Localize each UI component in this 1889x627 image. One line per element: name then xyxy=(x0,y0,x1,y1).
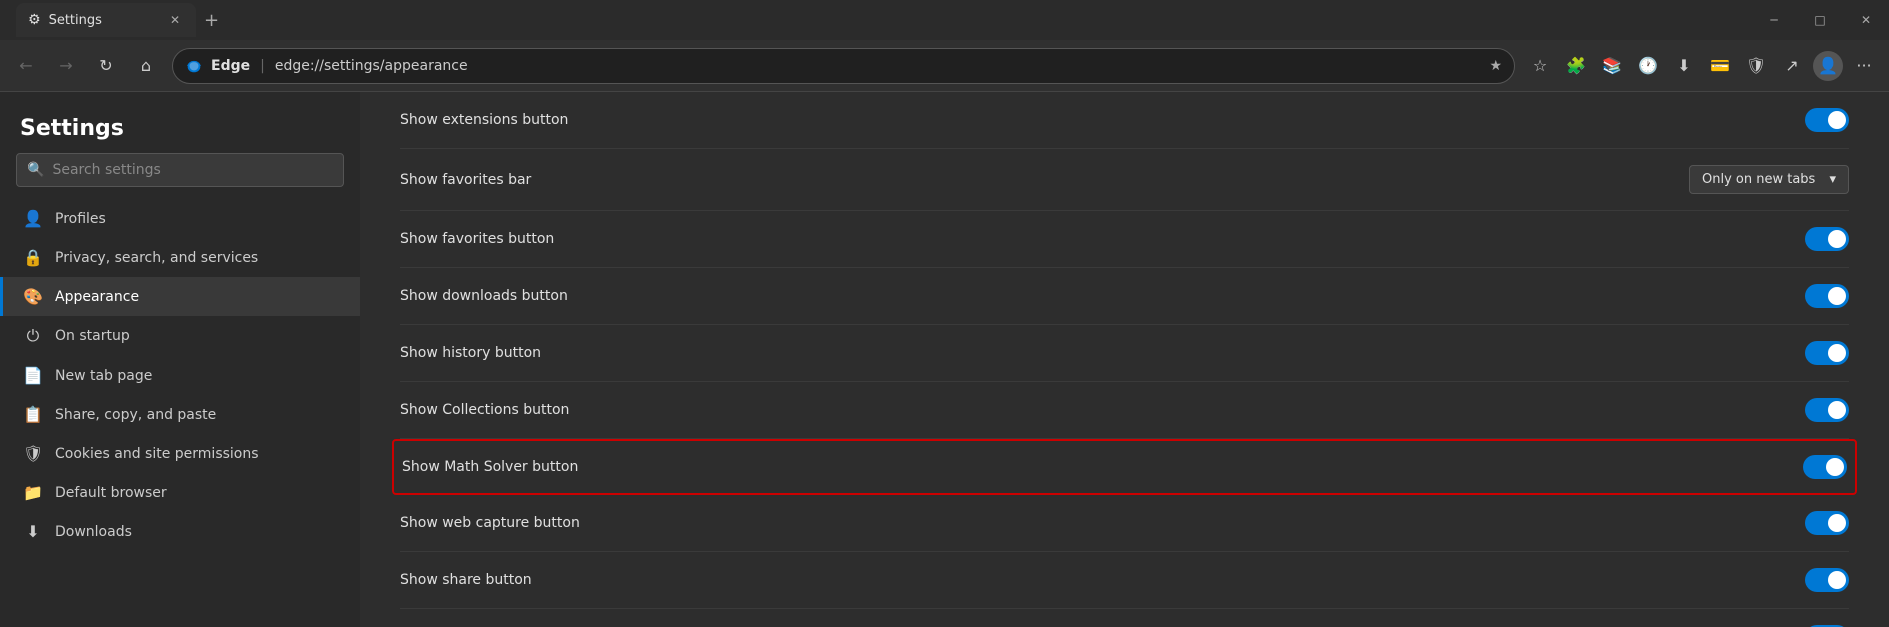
profiles-icon: 👤 xyxy=(23,209,43,228)
show-favorites-btn-label: Show favorites button xyxy=(400,231,554,247)
sidebar-item-label-share: Share, copy, and paste xyxy=(55,407,216,423)
tab-settings-icon: ⚙ xyxy=(28,12,41,28)
settings-row-webcapture-btn: Show web capture button xyxy=(400,495,1849,552)
settings-row-feedback-btn: Show feedback button xyxy=(400,609,1849,627)
new-tab-button[interactable]: + xyxy=(196,10,227,31)
favorites-bar-dropdown[interactable]: Only on new tabs ▾ xyxy=(1689,165,1849,194)
maximize-button[interactable]: □ xyxy=(1797,0,1843,40)
sidebar-item-label-newtab: New tab page xyxy=(55,368,152,384)
home-button[interactable]: ⌂ xyxy=(128,48,164,84)
show-downloads-btn-label: Show downloads button xyxy=(400,288,568,304)
settings-row-favorites-bar: Show favorites bar Only on new tabs ▾ xyxy=(400,149,1849,211)
sidebar-item-privacy[interactable]: 🔒 Privacy, search, and services xyxy=(0,238,360,277)
show-extensions-label: Show extensions button xyxy=(400,112,568,128)
sidebar-title: Settings xyxy=(0,108,360,153)
show-math-btn-toggle[interactable] xyxy=(1803,455,1847,479)
refresh-button[interactable]: ↻ xyxy=(88,48,124,84)
profile-toolbar-icon[interactable]: 👤 xyxy=(1811,49,1845,83)
startup-icon: ⏻ xyxy=(23,326,43,346)
sidebar-item-label-appearance: Appearance xyxy=(55,289,139,305)
show-downloads-btn-toggle[interactable] xyxy=(1805,284,1849,308)
privacy-icon: 🔒 xyxy=(23,248,43,267)
sidebar-item-profiles[interactable]: 👤 Profiles xyxy=(0,199,360,238)
settings-row-downloads-btn: Show downloads button xyxy=(400,268,1849,325)
settings-row-math-btn: Show Math Solver button xyxy=(392,439,1857,495)
sidebar-item-newtab[interactable]: 📄 New tab page xyxy=(0,356,360,395)
show-collections-btn-toggle[interactable] xyxy=(1805,398,1849,422)
collections-icon[interactable]: 📚 xyxy=(1595,49,1629,83)
show-favorites-btn-toggle[interactable] xyxy=(1805,227,1849,251)
edge-logo-icon xyxy=(185,57,203,75)
content-area: Show extensions button Show favorites ba… xyxy=(360,92,1889,627)
show-webcapture-btn-label: Show web capture button xyxy=(400,515,580,531)
downloads-toolbar-icon[interactable]: ⬇ xyxy=(1667,49,1701,83)
show-extensions-toggle[interactable] xyxy=(1805,108,1849,132)
sidebar-item-startup[interactable]: ⏻ On startup xyxy=(0,316,360,356)
cookies-icon: 🛡 xyxy=(23,444,43,463)
default-browser-icon: 📁 xyxy=(23,483,43,502)
show-favorites-bar-label: Show favorites bar xyxy=(400,172,531,188)
show-collections-btn-label: Show Collections button xyxy=(400,402,569,418)
profile-avatar[interactable]: 👤 xyxy=(1813,51,1843,81)
tab-area: ⚙ Settings ✕ + xyxy=(8,0,227,40)
tab-strip: ⚙ Settings ✕ + xyxy=(8,3,227,37)
sidebar-item-default[interactable]: 📁 Default browser xyxy=(0,473,360,512)
settings-row-share-btn: Show share button xyxy=(400,552,1849,609)
tab-title: Settings xyxy=(49,13,102,28)
toolbar-icons: ☆ 🧩 📚 🕐 ⬇ 💳 🛡 ↗ 👤 ··· xyxy=(1523,49,1881,83)
address-lock-icon: ★ xyxy=(1489,58,1502,74)
sidebar-item-label-cookies: Cookies and site permissions xyxy=(55,446,259,462)
show-webcapture-btn-toggle[interactable] xyxy=(1805,511,1849,535)
sidebar-item-label-startup: On startup xyxy=(55,328,130,344)
sidebar: Settings 🔍 Search settings 👤 Profiles 🔒 … xyxy=(0,92,360,627)
address-url: edge://settings/appearance xyxy=(275,58,468,74)
extensions-icon[interactable]: 🧩 xyxy=(1559,49,1593,83)
sidebar-item-share[interactable]: 📋 Share, copy, and paste xyxy=(0,395,360,434)
show-share-btn-toggle[interactable] xyxy=(1805,568,1849,592)
show-history-btn-label: Show history button xyxy=(400,345,541,361)
address-bar-row: ← → ↻ ⌂ Edge | edge://settings/appearanc… xyxy=(0,40,1889,92)
tab-close-button[interactable]: ✕ xyxy=(166,11,184,29)
appearance-icon: 🎨 xyxy=(23,287,43,306)
title-bar: ⚙ Settings ✕ + ─ □ ✕ xyxy=(0,0,1889,40)
close-button[interactable]: ✕ xyxy=(1843,0,1889,40)
minimize-button[interactable]: ─ xyxy=(1751,0,1797,40)
forward-button[interactable]: → xyxy=(48,48,84,84)
show-history-btn-toggle[interactable] xyxy=(1805,341,1849,365)
downloads-icon: ⬇ xyxy=(23,522,43,541)
window-controls: ─ □ ✕ xyxy=(1751,0,1889,40)
favorites-icon[interactable]: ☆ xyxy=(1523,49,1557,83)
sidebar-item-label-privacy: Privacy, search, and services xyxy=(55,250,258,266)
settings-row-favorites-btn: Show favorites button xyxy=(400,211,1849,268)
settings-row-collections-btn: Show Collections button xyxy=(400,382,1849,439)
wallet-icon[interactable]: 💳 xyxy=(1703,49,1737,83)
search-input: Search settings xyxy=(52,162,160,178)
settings-row-history-btn: Show history button xyxy=(400,325,1849,382)
sidebar-item-appearance[interactable]: 🎨 Appearance xyxy=(0,277,360,316)
favorites-bar-dropdown-value: Only on new tabs xyxy=(1702,172,1815,187)
more-menu-button[interactable]: ··· xyxy=(1847,49,1881,83)
sidebar-item-downloads[interactable]: ⬇ Downloads xyxy=(0,512,360,551)
search-icon: 🔍 xyxy=(27,162,44,178)
show-share-btn-label: Show share button xyxy=(400,572,532,588)
newtab-icon: 📄 xyxy=(23,366,43,385)
main-layout: Settings 🔍 Search settings 👤 Profiles 🔒 … xyxy=(0,92,1889,627)
address-brand: Edge xyxy=(211,58,250,74)
back-button[interactable]: ← xyxy=(8,48,44,84)
settings-row-extensions: Show extensions button xyxy=(400,92,1849,149)
show-math-btn-label: Show Math Solver button xyxy=(402,459,578,475)
sidebar-item-label-downloads: Downloads xyxy=(55,524,132,540)
active-tab[interactable]: ⚙ Settings ✕ xyxy=(16,3,196,37)
sidebar-item-cookies[interactable]: 🛡 Cookies and site permissions xyxy=(0,434,360,473)
address-divider: | xyxy=(260,58,265,74)
share-toolbar-icon[interactable]: ↗ xyxy=(1775,49,1809,83)
sidebar-item-label-default: Default browser xyxy=(55,485,167,501)
address-bar[interactable]: Edge | edge://settings/appearance ★ xyxy=(172,48,1515,84)
search-box[interactable]: 🔍 Search settings xyxy=(16,153,344,187)
sidebar-item-label-profiles: Profiles xyxy=(55,211,106,227)
share-icon: 📋 xyxy=(23,405,43,424)
history-icon[interactable]: 🕐 xyxy=(1631,49,1665,83)
dropdown-chevron-icon: ▾ xyxy=(1829,172,1836,187)
shield-icon[interactable]: 🛡 xyxy=(1739,49,1773,83)
